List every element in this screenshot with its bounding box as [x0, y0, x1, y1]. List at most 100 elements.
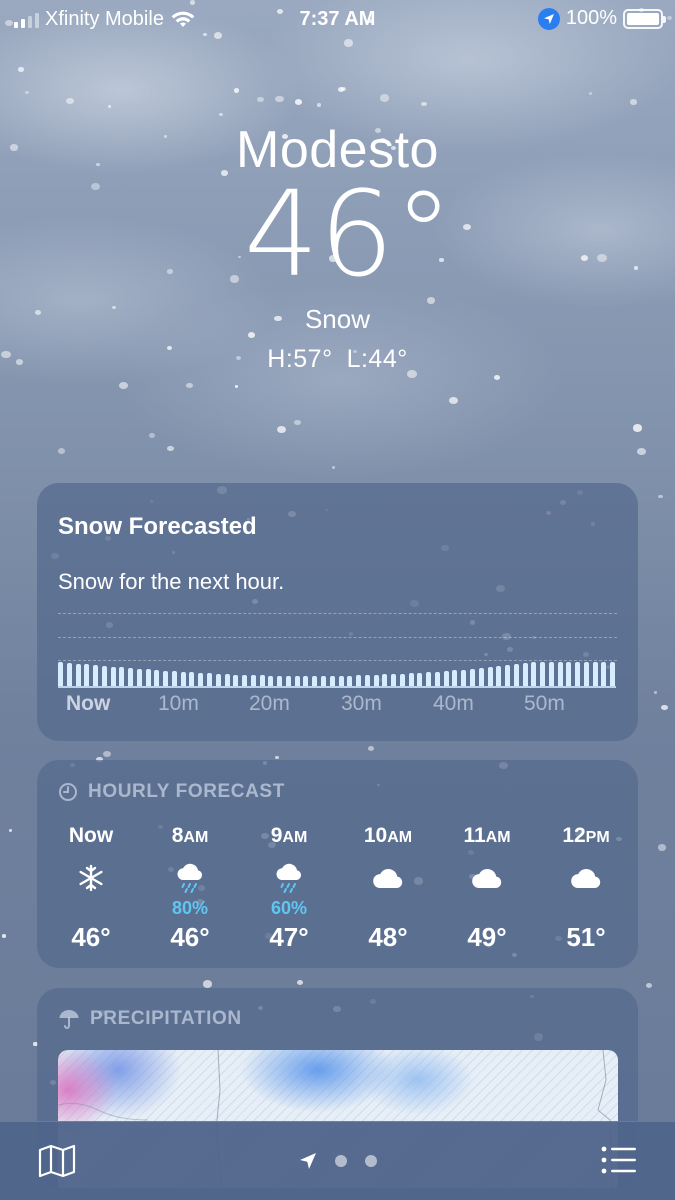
hour-temperature: 46° — [71, 922, 111, 952]
intensity-bar — [434, 671, 440, 686]
intensity-bar — [452, 670, 458, 686]
battery-percent: 100% — [565, 7, 617, 29]
intensity-bar — [136, 668, 142, 686]
intensity-bar — [224, 674, 230, 686]
high-low: H:57° L:44° — [0, 345, 675, 374]
intensity-bar — [101, 665, 107, 686]
intensity-bar — [145, 669, 151, 686]
intensity-bar — [180, 671, 186, 686]
location-arrow-icon[interactable] — [299, 1152, 317, 1170]
chart-baseline — [58, 686, 616, 688]
intensity-bar — [601, 662, 607, 686]
hour-time: 9AM — [270, 824, 308, 847]
cloud-icon — [344, 858, 432, 898]
tick-label: Now — [66, 692, 111, 715]
intensity-bar — [522, 662, 528, 686]
intensity-bar — [426, 672, 432, 686]
hour-item: Now 46° — [47, 824, 135, 953]
intensity-bar — [285, 675, 291, 686]
intensity-bar — [277, 675, 283, 686]
precip-intensity-bars — [58, 660, 616, 686]
hour-item: 12PM 51° — [542, 824, 630, 953]
current-temperature: 46° — [243, 165, 454, 303]
intensity-bar — [531, 662, 537, 686]
hour-time: 8AM — [171, 824, 209, 847]
intensity-bar — [163, 670, 169, 686]
intensity-bar — [320, 675, 326, 686]
intensity-bar — [575, 662, 581, 686]
precip-chance: 80% — [171, 898, 209, 918]
intensity-bar — [408, 673, 414, 686]
intensity-bar — [505, 664, 511, 686]
hour-time: 10AM — [363, 824, 413, 847]
hour-temperature: 51° — [566, 922, 606, 952]
hour-temperature: 46° — [170, 922, 210, 952]
battery-icon — [623, 8, 666, 29]
intensity-bar — [198, 672, 204, 686]
cloud-rain-icon — [146, 858, 234, 898]
intensity-bar — [373, 674, 379, 686]
intensity-bar — [487, 667, 493, 686]
hour-temperature: 49° — [467, 922, 507, 952]
intensity-bar — [110, 666, 116, 686]
precip-chance — [443, 898, 531, 920]
hour-item: 8AM 80% 46° — [146, 824, 234, 953]
intensity-bar — [242, 674, 248, 686]
hour-item: 11AM 49° — [443, 824, 531, 953]
intensity-bar — [364, 675, 370, 686]
cloud-icon — [542, 858, 630, 898]
precip-chance — [344, 898, 432, 920]
precip-chance — [47, 898, 135, 920]
intensity-bar — [356, 675, 362, 686]
intensity-bar — [233, 674, 239, 686]
intensity-bar — [496, 666, 502, 686]
page-indicator[interactable] — [0, 1152, 675, 1170]
intensity-bar — [566, 662, 572, 686]
intensity-bar — [610, 662, 616, 686]
hourly-header: HOURLY FORECAST — [58, 781, 285, 803]
chart-gridline — [58, 613, 617, 614]
intensity-bar — [399, 673, 405, 686]
umbrella-icon — [59, 1010, 79, 1029]
tick-label: 50m — [524, 692, 565, 715]
intensity-bar — [58, 662, 63, 686]
intensity-bar — [382, 674, 388, 686]
precipitation-header-label: PRECIPITATION — [90, 1008, 242, 1029]
time-axis: Now 10m 20m 30m 40m 50m — [37, 692, 638, 718]
snow-forecast-card[interactable]: Snow Forecasted Snow for the next hour. … — [37, 483, 638, 741]
location-arrow-icon — [537, 7, 560, 30]
intensity-bar — [513, 663, 519, 686]
precipitation-header: PRECIPITATION — [58, 1008, 242, 1030]
intensity-bar — [66, 662, 72, 686]
intensity-bar — [93, 665, 99, 686]
page-dot-icon[interactable] — [334, 1155, 347, 1167]
intensity-bar — [417, 672, 423, 686]
snowflake-icon — [47, 858, 135, 898]
intensity-bar — [347, 675, 353, 686]
condition-text: Snow — [304, 304, 371, 334]
high-temperature: H:57° — [267, 345, 333, 373]
intensity-bar — [303, 676, 309, 686]
low-temperature: L:44° — [346, 345, 408, 373]
hour-time: Now — [68, 824, 114, 847]
hour-item: 10AM 48° — [344, 824, 432, 953]
precip-chance — [542, 898, 630, 920]
precip-chance: 60% — [270, 898, 308, 918]
intensity-bar — [268, 675, 274, 686]
intensity-bar — [259, 675, 265, 686]
tick-label: 10m — [158, 692, 199, 715]
bottom-toolbar — [0, 1121, 675, 1200]
nowcast-description: Snow for the next hour. — [58, 569, 285, 594]
hour-item: 9AM 60% 47° — [245, 824, 333, 953]
chart-gridline — [58, 637, 617, 638]
page-dot-icon[interactable] — [364, 1155, 377, 1167]
list-icon[interactable] — [601, 1146, 637, 1179]
intensity-bar — [557, 662, 563, 686]
intensity-bar — [583, 662, 589, 686]
hour-time: 11AM — [463, 824, 511, 847]
hourly-list[interactable]: Now 46° 8AM 80% 46° 9AM 60% 47° 10AM 48°… — [47, 824, 630, 953]
hour-time: 12PM — [562, 824, 610, 847]
hourly-forecast-card[interactable]: HOURLY FORECAST Now 46° 8AM 80% 46° 9AM … — [37, 760, 638, 968]
intensity-bar — [128, 668, 134, 686]
intensity-bar — [294, 675, 300, 686]
